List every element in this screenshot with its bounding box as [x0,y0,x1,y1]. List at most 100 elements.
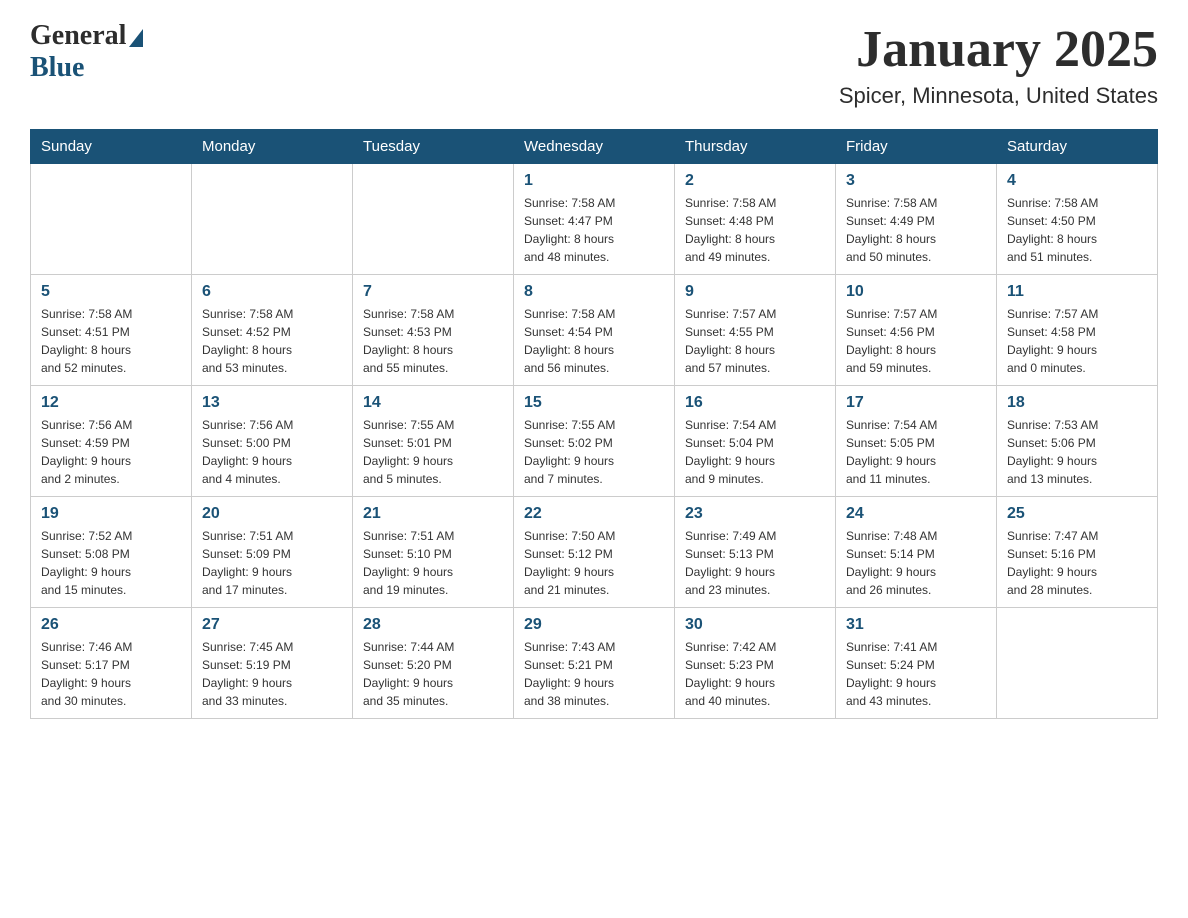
day-info: Sunrise: 7:57 AMSunset: 4:56 PMDaylight:… [846,305,986,377]
day-info: Sunrise: 7:54 AMSunset: 5:04 PMDaylight:… [685,416,825,488]
calendar-cell: 20Sunrise: 7:51 AMSunset: 5:09 PMDayligh… [192,497,353,608]
week-row-5: 26 Sunrise: 7:46 AMSunset: 5:17 PMDayligh… [31,608,1158,719]
day-number: 3 [846,172,986,190]
day-number: 27 [202,616,342,634]
day-info: Sunrise: 7:47 AMSunset: 5:16 PMDaylight:… [1007,527,1147,599]
calendar-cell: 7Sunrise: 7:58 AMSunset: 4:53 PMDaylight… [353,275,514,386]
day-number: 1 [524,172,664,190]
calendar-cell: 3 Sunrise: 7:58 AMSunset: 4:49 PMDaylight… [836,164,997,275]
day-number: 21 [363,505,503,523]
day-number: 9 [685,283,825,301]
day-number: 13 [202,394,342,412]
day-info: Sunrise: 7:50 AMSunset: 5:12 PMDaylight:… [524,527,664,599]
week-row-4: 19Sunrise: 7:52 AMSunset: 5:08 PMDayligh… [31,497,1158,608]
calendar-cell: 15 Sunrise: 7:55 AMSunset: 5:02 PMDayligh… [514,386,675,497]
day-info: Sunrise: 7:57 AMSunset: 4:55 PMDaylight:… [685,305,825,377]
day-info: Sunrise: 7:58 AMSunset: 4:49 PMDaylight:… [846,194,986,266]
day-info: Sunrise: 7:52 AMSunset: 5:08 PMDaylight:… [41,527,181,599]
calendar-cell: 31 Sunrise: 7:41 AMSunset: 5:24 PMDayligh… [836,608,997,719]
day-number: 18 [1007,394,1147,412]
calendar-cell: 8 Sunrise: 7:58 AMSunset: 4:54 PMDaylight… [514,275,675,386]
title-section: January 2025 Spicer, Minnesota, United S… [839,20,1158,109]
calendar-cell: 22 Sunrise: 7:50 AMSunset: 5:12 PMDayligh… [514,497,675,608]
header-row: SundayMondayTuesdayWednesdayThursdayFrid… [31,130,1158,164]
header-day-friday: Friday [836,130,997,164]
day-number: 5 [41,283,181,301]
calendar-cell [192,164,353,275]
calendar-cell: 21 Sunrise: 7:51 AMSunset: 5:10 PMDayligh… [353,497,514,608]
day-number: 15 [524,394,664,412]
calendar-cell: 27 Sunrise: 7:45 AMSunset: 5:19 PMDayligh… [192,608,353,719]
header-day-thursday: Thursday [675,130,836,164]
day-info: Sunrise: 7:58 AMSunset: 4:54 PMDaylight:… [524,305,664,377]
header-day-sunday: Sunday [31,130,192,164]
calendar-cell: 12Sunrise: 7:56 AMSunset: 4:59 PMDayligh… [31,386,192,497]
header-day-saturday: Saturday [997,130,1158,164]
day-number: 25 [1007,505,1147,523]
day-number: 11 [1007,283,1147,301]
calendar-cell: 28 Sunrise: 7:44 AMSunset: 5:20 PMDayligh… [353,608,514,719]
calendar-cell: 9 Sunrise: 7:57 AMSunset: 4:55 PMDaylight… [675,275,836,386]
day-number: 31 [846,616,986,634]
calendar-cell [997,608,1158,719]
day-info: Sunrise: 7:54 AMSunset: 5:05 PMDaylight:… [846,416,986,488]
calendar-cell: 2Sunrise: 7:58 AMSunset: 4:48 PMDaylight… [675,164,836,275]
day-info: Sunrise: 7:55 AMSunset: 5:02 PMDaylight:… [524,416,664,488]
calendar-cell: 25 Sunrise: 7:47 AMSunset: 5:16 PMDayligh… [997,497,1158,608]
day-number: 29 [524,616,664,634]
day-info: Sunrise: 7:46 AMSunset: 5:17 PMDaylight:… [41,638,181,710]
calendar-cell [353,164,514,275]
calendar-cell: 5 Sunrise: 7:58 AMSunset: 4:51 PMDaylight… [31,275,192,386]
day-info: Sunrise: 7:48 AMSunset: 5:14 PMDaylight:… [846,527,986,599]
day-info: Sunrise: 7:58 AMSunset: 4:47 PMDaylight:… [524,194,664,266]
day-number: 4 [1007,172,1147,190]
week-row-3: 12Sunrise: 7:56 AMSunset: 4:59 PMDayligh… [31,386,1158,497]
day-number: 2 [685,172,825,190]
day-info: Sunrise: 7:51 AMSunset: 5:10 PMDaylight:… [363,527,503,599]
day-info: Sunrise: 7:49 AMSunset: 5:13 PMDaylight:… [685,527,825,599]
header-day-wednesday: Wednesday [514,130,675,164]
week-row-2: 5 Sunrise: 7:58 AMSunset: 4:51 PMDaylight… [31,275,1158,386]
day-number: 28 [363,616,503,634]
logo: General Blue [30,20,143,84]
header-day-tuesday: Tuesday [353,130,514,164]
day-number: 23 [685,505,825,523]
day-number: 24 [846,505,986,523]
calendar-cell: 10Sunrise: 7:57 AMSunset: 4:56 PMDayligh… [836,275,997,386]
day-info: Sunrise: 7:58 AMSunset: 4:50 PMDaylight:… [1007,194,1147,266]
page-header: General Blue January 2025 Spicer, Minnes… [30,20,1158,109]
calendar-title: January 2025 [839,20,1158,79]
day-info: Sunrise: 7:44 AMSunset: 5:20 PMDaylight:… [363,638,503,710]
day-number: 22 [524,505,664,523]
day-number: 8 [524,283,664,301]
calendar-cell: 6Sunrise: 7:58 AMSunset: 4:52 PMDaylight… [192,275,353,386]
day-info: Sunrise: 7:41 AMSunset: 5:24 PMDaylight:… [846,638,986,710]
calendar-cell: 11Sunrise: 7:57 AMSunset: 4:58 PMDayligh… [997,275,1158,386]
logo-blue-text: Blue [30,52,84,84]
calendar-header: SundayMondayTuesdayWednesdayThursdayFrid… [31,130,1158,164]
day-info: Sunrise: 7:42 AMSunset: 5:23 PMDaylight:… [685,638,825,710]
calendar-cell: 13Sunrise: 7:56 AMSunset: 5:00 PMDayligh… [192,386,353,497]
calendar-cell: 16 Sunrise: 7:54 AMSunset: 5:04 PMDayligh… [675,386,836,497]
day-info: Sunrise: 7:58 AMSunset: 4:52 PMDaylight:… [202,305,342,377]
header-day-monday: Monday [192,130,353,164]
day-number: 16 [685,394,825,412]
day-number: 20 [202,505,342,523]
calendar-body: 1 Sunrise: 7:58 AMSunset: 4:47 PMDaylight… [31,164,1158,719]
calendar-table: SundayMondayTuesdayWednesdayThursdayFrid… [30,129,1158,719]
day-info: Sunrise: 7:43 AMSunset: 5:21 PMDaylight:… [524,638,664,710]
calendar-cell: 17Sunrise: 7:54 AMSunset: 5:05 PMDayligh… [836,386,997,497]
day-number: 12 [41,394,181,412]
day-number: 30 [685,616,825,634]
day-info: Sunrise: 7:45 AMSunset: 5:19 PMDaylight:… [202,638,342,710]
logo-general-text: General [30,20,126,52]
calendar-cell: 30 Sunrise: 7:42 AMSunset: 5:23 PMDayligh… [675,608,836,719]
calendar-cell: 19Sunrise: 7:52 AMSunset: 5:08 PMDayligh… [31,497,192,608]
calendar-cell: 26 Sunrise: 7:46 AMSunset: 5:17 PMDayligh… [31,608,192,719]
calendar-cell: 4 Sunrise: 7:58 AMSunset: 4:50 PMDaylight… [997,164,1158,275]
calendar-cell [31,164,192,275]
day-number: 14 [363,394,503,412]
day-info: Sunrise: 7:58 AMSunset: 4:51 PMDaylight:… [41,305,181,377]
day-number: 26 [41,616,181,634]
calendar-cell: 1 Sunrise: 7:58 AMSunset: 4:47 PMDaylight… [514,164,675,275]
